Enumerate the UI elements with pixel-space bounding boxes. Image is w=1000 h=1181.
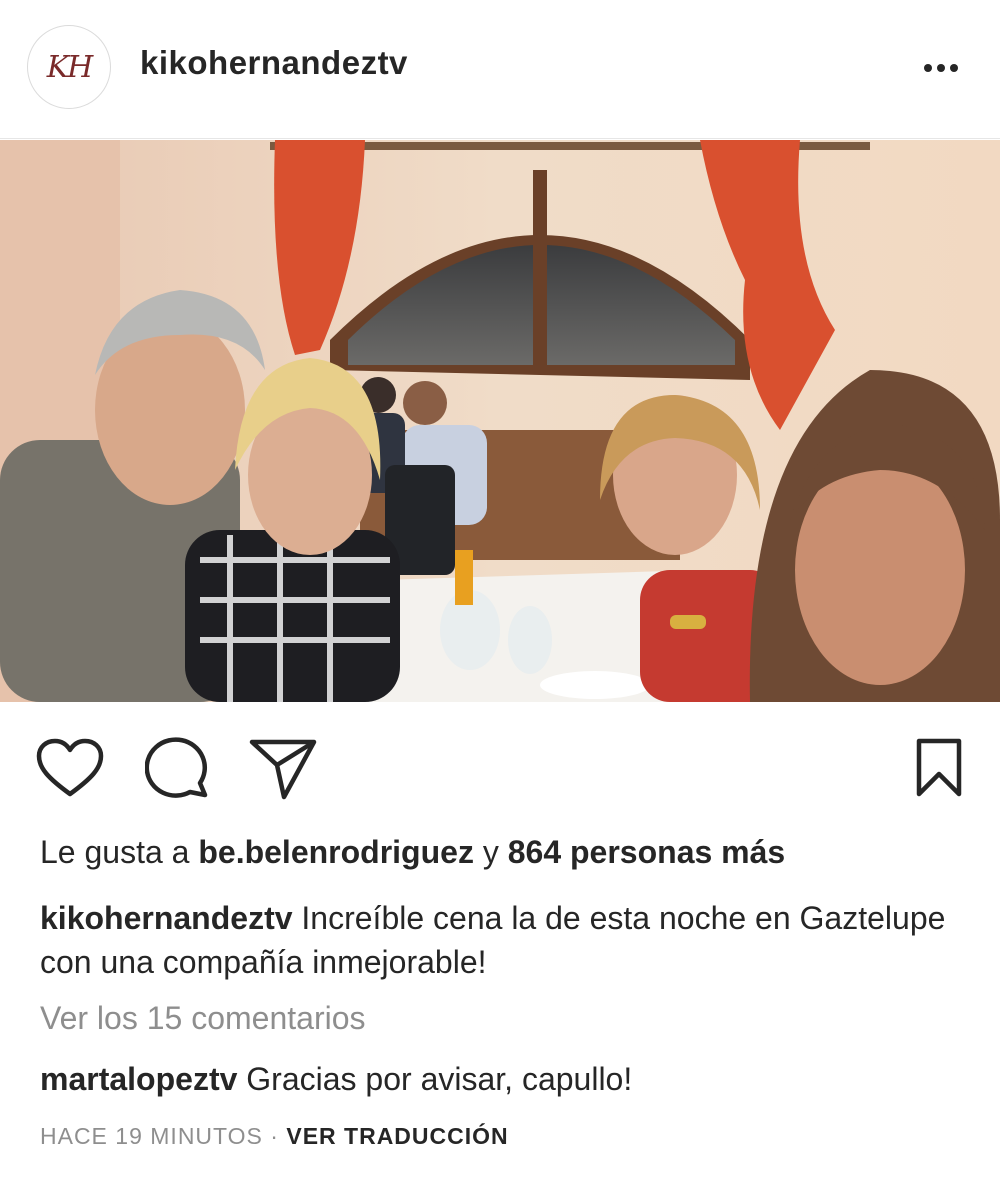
more-options-button[interactable] (916, 50, 966, 86)
likes-prefix: Le gusta a (40, 834, 190, 870)
post-image (0, 140, 1000, 702)
paper-plane-icon (249, 739, 317, 800)
username-link[interactable]: kikohernandeztv (140, 44, 408, 82)
bookmark-icon (916, 738, 962, 797)
view-comments-link[interactable]: Ver los 15 comentarios (40, 1000, 366, 1037)
header-divider (0, 138, 1000, 139)
top-comment: martalopeztv Gracias por avisar, capullo… (40, 1061, 632, 1098)
comment-button[interactable] (144, 737, 209, 804)
comment-author-link[interactable]: martalopeztv (40, 1061, 237, 1097)
post-caption: kikohernandeztv Increíble cena la de est… (40, 896, 970, 984)
post-photo[interactable] (0, 140, 1000, 702)
comment-bubble-icon (144, 737, 208, 798)
likes-count-link[interactable]: 864 personas más (508, 834, 786, 870)
action-bar (0, 702, 1000, 822)
profile-avatar[interactable]: KH (27, 25, 111, 109)
comment-text: Gracias por avisar, capullo! (246, 1061, 633, 1097)
post-header: KH kikohernandeztv (0, 0, 1000, 138)
avatar-monogram: KH (46, 49, 94, 85)
heart-icon (36, 738, 104, 797)
likes-summary: Le gusta a be.belenrodriguez y 864 perso… (40, 834, 785, 871)
share-button[interactable] (248, 737, 318, 806)
meta-separator: · (270, 1123, 279, 1149)
more-horizontal-icon (924, 64, 958, 72)
post-timestamp: HACE 19 MINUTOS (40, 1123, 263, 1149)
likes-joiner: y (482, 834, 499, 870)
see-translation-link[interactable]: VER TRADUCCIÓN (286, 1123, 508, 1149)
save-button[interactable] (914, 738, 964, 803)
liked-by-user-link[interactable]: be.belenrodriguez (198, 834, 474, 870)
caption-author-link[interactable]: kikohernandeztv (40, 900, 293, 936)
post-meta: HACE 19 MINUTOS · VER TRADUCCIÓN (40, 1123, 509, 1150)
like-button[interactable] (36, 738, 104, 803)
